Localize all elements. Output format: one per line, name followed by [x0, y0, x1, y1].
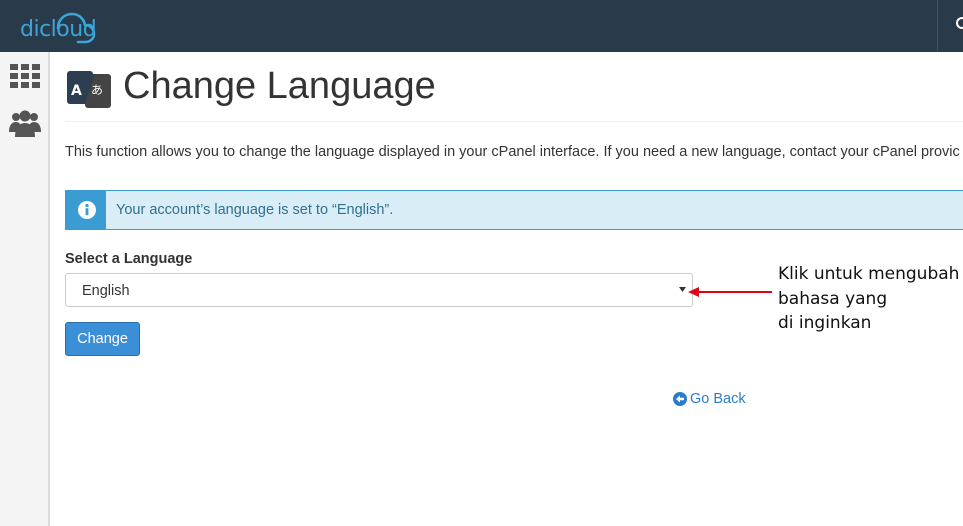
svg-text:A: A [71, 83, 82, 99]
go-back-label: Go Back [690, 391, 746, 407]
grid-icon[interactable] [9, 62, 41, 92]
language-select-value: English [82, 283, 130, 299]
select-language-label: Select a Language [65, 251, 193, 267]
page-description: This function allows you to change the l… [65, 144, 960, 160]
brand-name[interactable]: dicloud [20, 18, 97, 42]
top-bar: dicloud [0, 0, 963, 52]
sidebar [0, 52, 50, 526]
arrow-left-circle-icon [673, 392, 687, 406]
users-icon[interactable] [9, 108, 41, 138]
language-icon: A あ [67, 71, 111, 108]
page-title: Change Language [123, 65, 436, 107]
alert-icon-box [66, 191, 106, 229]
info-icon [78, 201, 96, 219]
topbar-divider [937, 0, 938, 52]
caret-down-icon [679, 287, 686, 292]
alert-message: Your account’s language is set to “Engli… [116, 202, 394, 218]
language-select[interactable]: English [65, 273, 693, 307]
change-button[interactable]: Change [65, 322, 140, 356]
svg-text:あ: あ [91, 83, 103, 97]
search-icon[interactable] [955, 16, 963, 32]
info-alert: Your account’s language is set to “Engli… [65, 190, 963, 230]
annotation-text: Klik untuk mengubah bahasa yang di ingin… [778, 264, 960, 333]
annotation-arrow-icon [688, 287, 772, 297]
title-divider [65, 121, 963, 122]
